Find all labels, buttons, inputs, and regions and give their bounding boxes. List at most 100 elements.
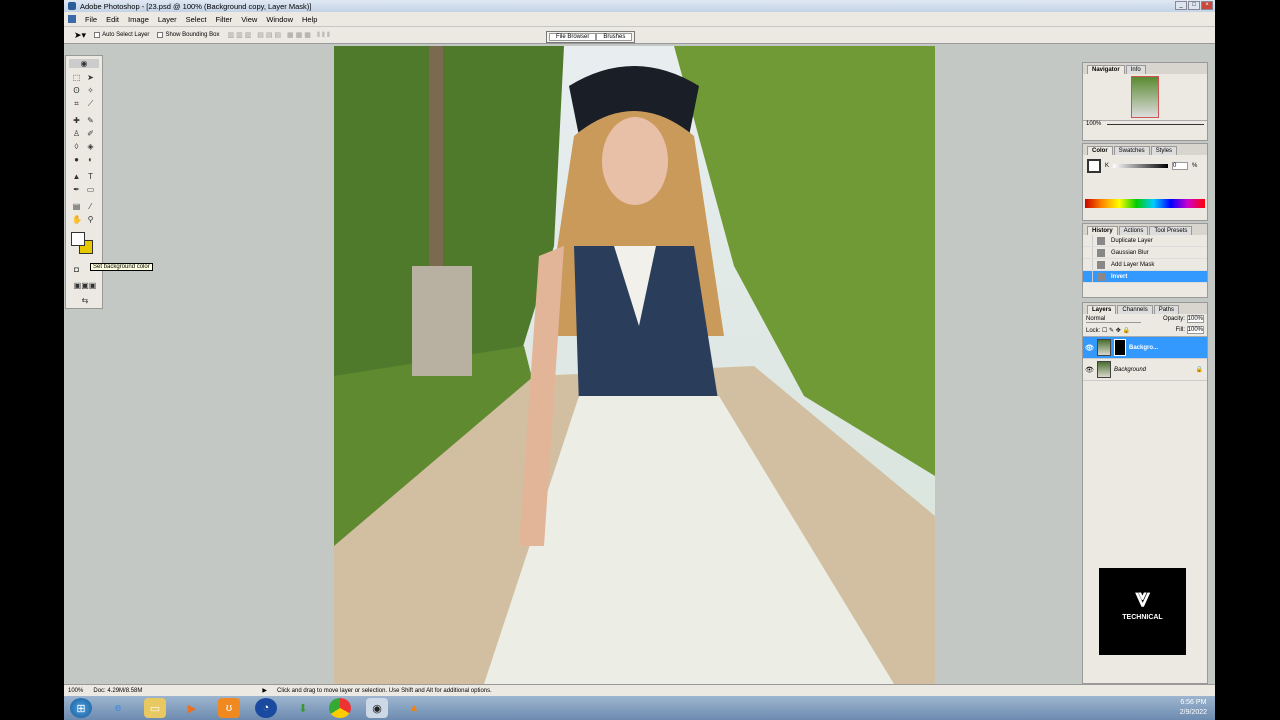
brush-tool-icon[interactable]: ✎ [86,116,95,125]
start-button[interactable]: ⊞ [70,698,92,718]
path-select-icon[interactable]: ▲ [72,172,81,181]
tab-history[interactable]: History [1087,226,1118,235]
tab-file-browser[interactable]: File Browser [549,33,597,41]
foreground-color-swatch[interactable] [71,232,85,246]
eye-icon[interactable]: 👁 [1085,366,1094,374]
history-state-icon [1097,248,1105,257]
media-player-icon[interactable]: ▶ [181,698,203,718]
tab-tool-presets[interactable]: Tool Presets [1149,226,1193,235]
menu-view[interactable]: View [241,15,257,24]
navigator-zoom[interactable]: 100% [1086,121,1101,127]
zoom-slider[interactable] [1107,123,1204,125]
lock-icons[interactable]: ☐ ✎ ✥ 🔒 [1102,328,1130,334]
blur-tool-icon[interactable]: ● [72,155,81,164]
tab-channels[interactable]: Channels [1117,305,1153,314]
history-item[interactable]: Gaussian Blur [1083,247,1207,259]
bounding-box-checkbox[interactable]: Show Bounding Box [157,32,219,38]
palette-well: File Browser Brushes [546,31,636,43]
menu-layer[interactable]: Layer [158,15,177,24]
tab-color[interactable]: Color [1087,146,1113,155]
zoom-tool-icon[interactable]: ⚲ [86,215,95,224]
close-button[interactable]: × [1201,1,1213,10]
k-value[interactable]: 0 [1172,162,1189,170]
eyedropper-icon[interactable]: ⁄ [86,202,95,211]
vlc-icon[interactable]: ▲ [403,698,425,718]
layer-name[interactable]: Background [1114,367,1193,373]
notes-tool-icon[interactable]: ▤ [72,202,81,211]
download-manager-icon[interactable]: ⬇ [292,698,314,718]
layer-row-background-copy[interactable]: 👁 Backgro... [1083,337,1207,359]
magic-wand-icon[interactable]: ✧ [86,86,95,95]
clock-date[interactable]: 2/9/2022 [1180,708,1207,718]
watermark-text: TECHNICAL [1122,614,1163,621]
menu-help[interactable]: Help [302,15,317,24]
document-canvas[interactable] [334,46,935,684]
lasso-tool-icon[interactable]: ʘ [72,86,81,95]
browser-icon[interactable]: ◔ [255,698,277,718]
history-item[interactable]: Duplicate Layer [1083,235,1207,247]
tab-layers[interactable]: Layers [1087,305,1117,314]
opacity-input[interactable]: 100% [1186,315,1204,323]
menu-window[interactable]: Window [266,15,293,24]
layer-name[interactable]: Backgro... [1129,345,1158,351]
history-label: Invert [1111,273,1128,280]
tab-swatches[interactable]: Swatches [1113,146,1150,155]
marquee-tool-icon[interactable]: ⬚ [72,73,81,82]
internet-explorer-icon[interactable]: e [107,698,129,718]
status-zoom[interactable]: 100% [68,688,83,694]
jump-to-imageready-icon[interactable]: ⇆ [72,296,98,305]
slice-tool-icon[interactable]: ⟋ [86,99,95,108]
crop-tool-icon[interactable]: ⌗ [72,99,81,108]
auto-select-checkbox[interactable]: Auto Select Layer [94,32,149,38]
tab-styles[interactable]: Styles [1150,146,1178,155]
tab-info[interactable]: Info [1125,65,1146,74]
tab-paths[interactable]: Paths [1153,305,1180,314]
align-icons[interactable]: ▥▥▥ ▤▤▤ ▦▦▦ ⫴⫴⫴ [227,31,331,40]
photoshop-icon [68,2,76,10]
dodge-tool-icon[interactable]: ◐ [86,155,95,164]
blend-mode-select[interactable]: Normal [1086,316,1141,323]
pen-tool-icon[interactable]: ✒ [72,185,81,194]
chrome-icon[interactable] [329,698,351,718]
color-ramp[interactable] [1085,199,1205,208]
k-slider[interactable] [1113,164,1169,168]
type-tool-icon[interactable]: T [86,172,95,181]
uc-browser-icon[interactable]: ʊ [218,698,240,718]
hand-tool-icon[interactable]: ✋ [72,215,82,224]
history-item-selected[interactable]: Invert [1083,271,1207,283]
menu-edit[interactable]: Edit [106,15,119,24]
history-brush-icon[interactable]: ✐ [86,129,95,138]
menu-select[interactable]: Select [186,15,207,24]
status-doc-size[interactable]: Doc: 4.29M/8.58M [93,688,142,694]
maximize-button[interactable]: □ [1188,1,1200,10]
menu-file[interactable]: File [85,15,97,24]
shape-tool-icon[interactable]: ▭ [86,185,95,194]
photoshop-taskbar-icon[interactable]: ◉ [366,698,388,718]
clock-time[interactable]: 6:56 PM [1180,698,1207,708]
adobe-logo-icon[interactable]: ◉ [69,59,99,68]
move-tool-preset-icon[interactable]: ➤▾ [74,30,86,41]
move-tool-icon[interactable]: ➤ [86,73,95,82]
menu-image[interactable]: Image [128,15,149,24]
layer-mask-thumbnail[interactable] [1114,339,1126,356]
tab-navigator[interactable]: Navigator [1087,65,1125,74]
taskbar: ⊞ e ▭ ▶ ʊ ◔ ⬇ ◉ ▲ 6:56 PM 2/9/2022 [64,696,1215,720]
healing-brush-icon[interactable]: ✚ [72,116,81,125]
history-item[interactable]: Add Layer Mask [1083,259,1207,271]
fill-input[interactable]: 100% [1186,326,1204,334]
menu-filter[interactable]: Filter [216,15,233,24]
clone-stamp-icon[interactable]: ♙ [72,129,81,138]
play-icon[interactable]: ▶ [262,687,267,694]
color-swatch[interactable] [1087,159,1101,173]
tab-actions[interactable]: Actions [1118,226,1149,235]
layer-row-background[interactable]: 👁 Background 🔒 [1083,359,1207,381]
tab-brushes[interactable]: Brushes [596,33,633,41]
quick-mask-icon[interactable]: ◘ [72,265,81,274]
screen-mode-icons[interactable]: ▣▣▣ [72,281,98,290]
eye-icon[interactable]: 👁 [1085,344,1094,352]
navigator-thumbnail[interactable] [1131,76,1159,118]
paint-bucket-icon[interactable]: ◈ [86,142,95,151]
eraser-icon[interactable]: ◊ [72,142,81,151]
file-explorer-icon[interactable]: ▭ [144,698,166,718]
minimize-button[interactable]: _ [1175,1,1187,10]
